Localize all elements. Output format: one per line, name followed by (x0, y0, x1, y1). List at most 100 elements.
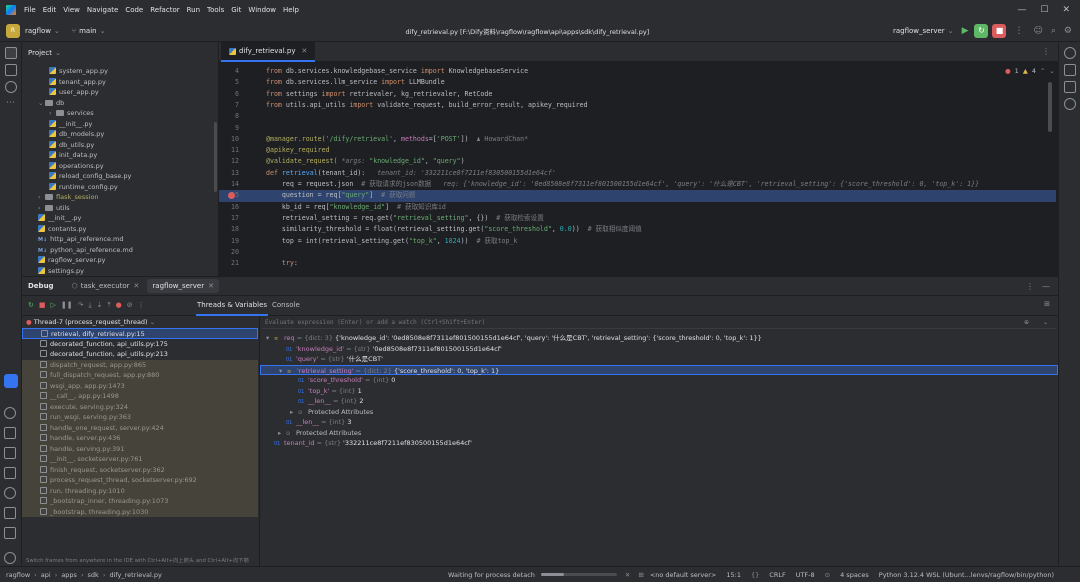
code-line[interactable]: 20 (219, 247, 1056, 258)
stack-frame[interactable]: execute, serving.py:324 (22, 402, 258, 413)
variable-row[interactable]: 01'query' = {str} '什么是CBT' (260, 354, 1058, 365)
problems-icon[interactable] (4, 487, 16, 499)
tree-item[interactable]: settings.py (22, 266, 218, 277)
menu-item-view[interactable]: View (63, 6, 80, 14)
stack-frame[interactable]: run_wsgi, serving.py:363 (22, 412, 258, 423)
tree-item[interactable]: reload_config_base.py (22, 171, 218, 182)
line-number[interactable]: 17 (219, 213, 239, 224)
tab-task-executor[interactable]: task_executor (81, 282, 130, 290)
line-number[interactable]: 5 (219, 77, 239, 88)
line-number[interactable]: 8 (219, 111, 239, 122)
line-number[interactable]: 16 (219, 202, 239, 213)
breadcrumb-item[interactable]: ragflow (6, 571, 30, 579)
breadcrumb-item[interactable]: apps (61, 571, 77, 579)
tree-item[interactable]: operations.py (22, 161, 218, 172)
menu-item-file[interactable]: File (24, 6, 36, 14)
code-line[interactable]: 16 kb_id = req["knowledge_id"] # 获取知识库id (219, 202, 1056, 213)
tree-item[interactable]: user_app.py (22, 87, 218, 98)
stack-frame[interactable]: handle, server.py:436 (22, 433, 258, 444)
tree-scrollbar[interactable] (214, 122, 217, 192)
close-tab-icon[interactable]: ✕ (134, 282, 140, 290)
python-interpreter[interactable]: Python 3.12.4 WSL (Ubunt...lenvs/ragflow… (879, 571, 1054, 579)
variable-row[interactable]: 01tenant_id = {str} '332211ce8f7211ef830… (260, 438, 1058, 449)
tree-item[interactable]: ›services (22, 108, 218, 119)
line-number[interactable]: 4 (219, 66, 239, 77)
editor-scrollbar[interactable] (1048, 82, 1052, 132)
stack-frame[interactable]: full_dispatch_request, app.py:880 (22, 370, 258, 381)
tab-ragflow-server[interactable]: ragflow_server✕ (147, 279, 219, 293)
thread-select[interactable]: Thread-7 (process_request_thread) (34, 318, 148, 326)
code-line[interactable]: 11@apikey_required (219, 145, 1056, 156)
commit-tool-icon[interactable] (5, 81, 17, 93)
stack-frame[interactable]: handle_one_request, server.py:424 (22, 423, 258, 434)
code-area[interactable]: 4from db.services.knowledgebase_service … (219, 66, 1056, 276)
tree-item[interactable]: system_app.py (22, 66, 218, 77)
tab-dify-retrieval[interactable]: dify_retrieval.py ✕ (221, 42, 315, 62)
caret-position[interactable]: 15:1 (726, 571, 741, 579)
stack-frame[interactable]: decorated_function, api_utils.py:175 (22, 339, 258, 350)
stack-frame[interactable]: handle, serving.py:391 (22, 444, 258, 455)
terminal-icon[interactable] (4, 467, 16, 479)
more-icon[interactable]: ⋮ (1026, 282, 1034, 291)
step-over-icon[interactable]: ↷ (78, 301, 84, 310)
close-tab-icon[interactable]: ✕ (301, 47, 307, 55)
menu-item-tools[interactable]: Tools (207, 6, 224, 14)
step-into-icon[interactable]: ⤓ (89, 301, 92, 310)
code-line[interactable]: 8 (219, 111, 1056, 122)
code-line[interactable]: 9 (219, 123, 1056, 134)
stack-frame[interactable]: __init__, socketserver.py:761 (22, 454, 258, 465)
variable-row[interactable]: ▾≡req = {dict: 3} {'knowledge_id': '0ed8… (260, 333, 1058, 344)
code-line[interactable]: 13def retrieval(tenant_id): tenant_id: '… (219, 168, 1056, 179)
breadcrumb-item[interactable]: sdk (88, 571, 99, 579)
tree-item[interactable]: M↓http_api_reference.md (22, 234, 218, 245)
tab-threads-variables[interactable]: Threads & Variables (196, 296, 268, 316)
code-line[interactable]: 7from utils.api_utils import validate_re… (219, 100, 1056, 111)
menu-item-refactor[interactable]: Refactor (150, 6, 179, 14)
python-console-icon[interactable] (4, 427, 16, 439)
pause-icon[interactable]: ❚❚ (61, 301, 73, 310)
tree-item[interactable]: ›flask_session (22, 192, 218, 203)
stack-frame[interactable]: run, threading.py:1010 (22, 486, 258, 497)
branch-name[interactable]: main (79, 27, 97, 35)
mute-breakpoints-icon[interactable]: ⊘ (127, 301, 133, 310)
line-number[interactable]: 11 (219, 145, 239, 156)
ai-assistant-icon[interactable] (1064, 98, 1076, 110)
tree-item[interactable]: ragflow_server.py (22, 255, 218, 266)
rerun-icon[interactable]: ↻ (28, 301, 34, 310)
line-number[interactable]: 18 (219, 224, 239, 235)
code-line[interactable]: 19 top = int(retrieval_setting.get("top_… (219, 236, 1056, 247)
variable-row[interactable]: 01__len__ = {int} 2 (260, 396, 1058, 407)
tree-item[interactable]: init_data.py (22, 150, 218, 161)
sciview-icon[interactable] (1064, 81, 1076, 93)
menu-item-git[interactable]: Git (231, 6, 241, 14)
code-line[interactable]: 15 question = req["query"] # 获取问题 (219, 190, 1056, 201)
stack-frame[interactable]: __call__, app.py:1498 (22, 391, 258, 402)
code-line[interactable]: 6from settings import retrievaler, kg_re… (219, 89, 1056, 100)
project-panel-title[interactable]: Project (28, 49, 52, 57)
chevron-right-icon[interactable]: ▸ (290, 407, 298, 418)
close-icon[interactable]: ✕ (625, 571, 630, 579)
file-encoding[interactable]: UTF-8 (796, 571, 815, 579)
menu-item-window[interactable]: Window (248, 6, 276, 14)
structure-tool-icon[interactable] (5, 64, 17, 76)
notifications-icon[interactable] (4, 552, 16, 564)
stack-frame[interactable]: decorated_function, api_utils.py:213 (22, 349, 258, 360)
project-name[interactable]: ragflow (25, 27, 51, 35)
line-number[interactable]: 12 (219, 156, 239, 167)
line-number[interactable]: 6 (219, 89, 239, 100)
menu-item-run[interactable]: Run (187, 6, 200, 14)
view-breakpoints-icon[interactable]: ● (116, 301, 122, 310)
stop-icon[interactable]: ■ (39, 301, 46, 310)
code-line[interactable]: 18 similarity_threshold = float(retrieva… (219, 224, 1056, 235)
code-line[interactable]: 4from db.services.knowledgebase_service … (219, 66, 1056, 77)
stack-frame[interactable]: finish_request, socketserver.py:362 (22, 465, 258, 476)
stack-frame[interactable]: dispatch_request, app.py:865 (22, 360, 258, 371)
more-icon[interactable]: ⋮ (1014, 26, 1023, 36)
user-icon[interactable]: ☺ (1033, 26, 1042, 36)
add-watch-icon[interactable]: ⊕ (1024, 319, 1029, 326)
line-number[interactable]: 19 (219, 236, 239, 247)
menu-item-edit[interactable]: Edit (43, 6, 57, 14)
tree-item[interactable]: runtime_config.py (22, 182, 218, 193)
menu-item-help[interactable]: Help (283, 6, 299, 14)
step-into-my-code-icon[interactable]: ⇣ (97, 301, 103, 310)
